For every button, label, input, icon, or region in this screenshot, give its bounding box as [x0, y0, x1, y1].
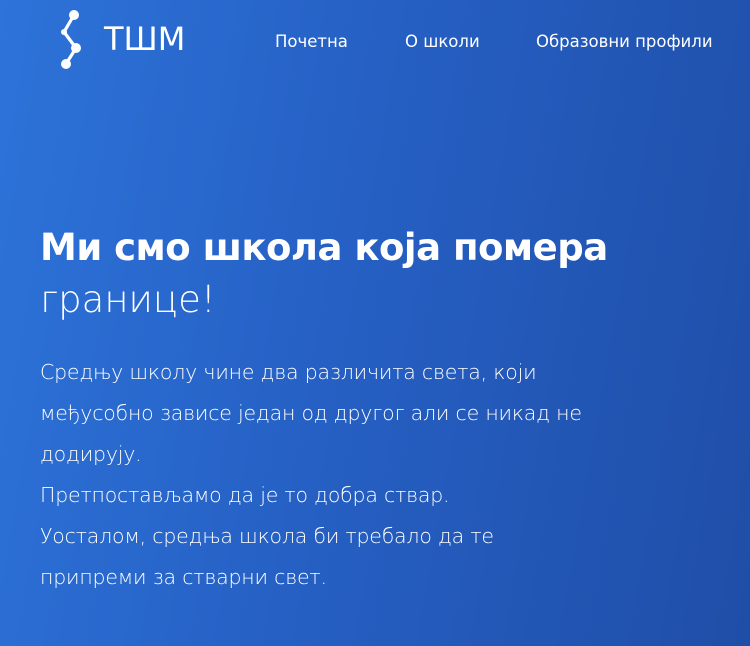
hero-section: Ми смо школа која помера границе! Средњу… — [40, 222, 740, 598]
hero-title-light: границе! — [40, 278, 216, 321]
hero-text-line: додирују. — [40, 442, 142, 466]
nav-link-about[interactable]: О школи — [405, 31, 480, 53]
hero-text-line: Средњу школу чине два различита света, к… — [40, 360, 537, 384]
hero-description: Средњу школу чине два различита света, к… — [40, 352, 740, 598]
hero-title: Ми смо школа која помера границе! — [40, 222, 740, 326]
hero-text-line: Претпостављамо да је то добра ствар. — [40, 483, 450, 507]
nav-link-home[interactable]: Почетна — [275, 31, 348, 53]
hero-text-line: међусобно зависе један од другог али се … — [40, 401, 582, 425]
main-nav: Почетна О школи Образовни профили — [0, 31, 750, 55]
nav-link-profiles[interactable]: Образовни профили — [536, 31, 713, 53]
hero-text-line: Уосталом, средња школа би требало да те — [40, 524, 494, 548]
hero-title-bold: Ми смо школа која помера — [40, 226, 608, 269]
site-header: ТШМ Почетна О школи Образовни профили — [0, 0, 750, 80]
hero-text-line: припреми за стварни свет. — [40, 565, 327, 589]
